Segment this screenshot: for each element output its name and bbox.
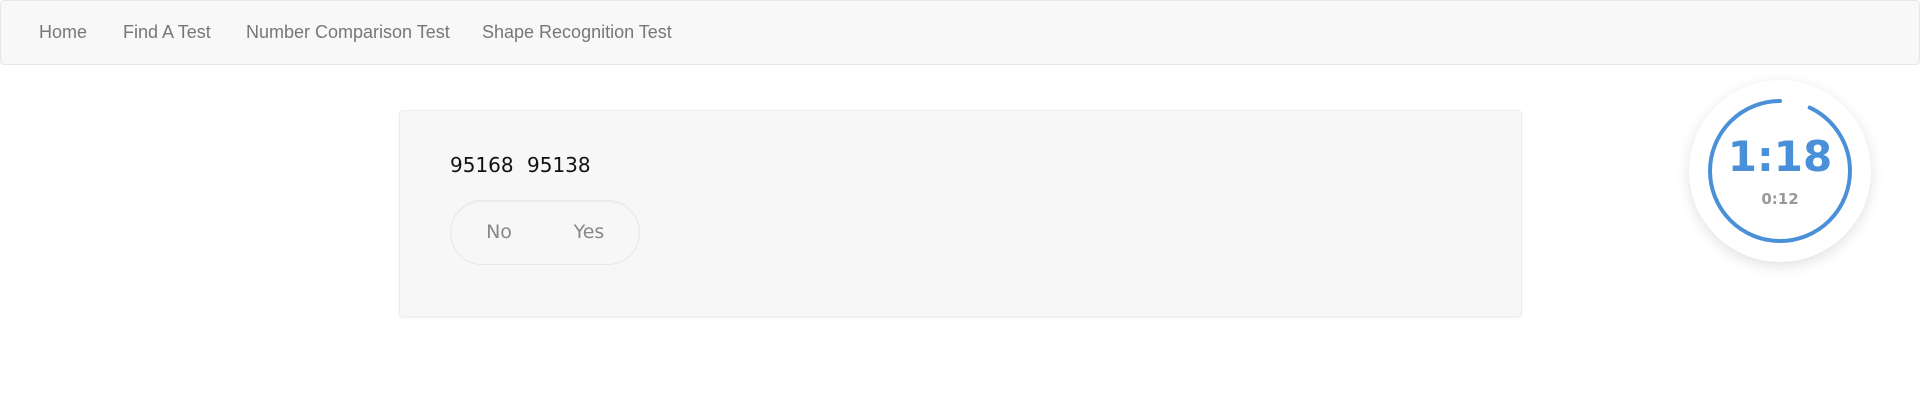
timer-remaining-text: 1:18 [1727,132,1833,181]
answer-button-group: No Yes [450,200,640,265]
left-number: 95168 [450,153,514,177]
nav-home-link[interactable]: Home [39,1,87,64]
nav-find-a-test-link[interactable]: Find A Test [123,1,211,64]
top-navbar: Home Find A Test Number Comparison Test … [0,0,1920,65]
timer-elapsed-text: 0:12 [1761,190,1799,208]
nav-shape-recognition-test-link[interactable]: Shape Recognition Test [482,1,672,64]
right-number: 95138 [527,153,591,177]
countdown-timer: 1:18 0:12 [1689,80,1871,262]
question-panel: 95168 95138 No Yes [399,110,1522,317]
no-button[interactable]: No [455,201,543,264]
yes-button[interactable]: Yes [545,201,633,264]
nav-number-comparison-test-link[interactable]: Number Comparison Test [246,1,450,64]
